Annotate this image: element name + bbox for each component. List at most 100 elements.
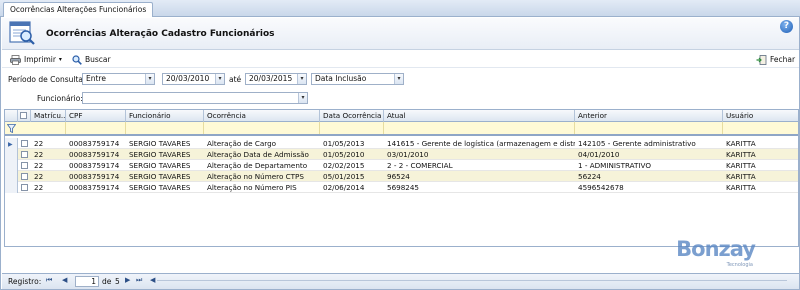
records-label: Registro: [8,277,42,286]
cell-funcionario: SERGIO TAVARES [129,172,191,181]
total-records: 5 [115,277,120,286]
filter-cell[interactable] [320,122,384,134]
tab-bar: Ocorrências Alterações Funcionários [0,0,800,17]
chevron-down-icon[interactable]: ▾ [394,74,403,84]
row-indicator[interactable] [5,149,18,160]
main-panel: Ocorrências Alteração Cadastro Funcionár… [0,17,800,290]
print-label: Imprimir [24,55,56,64]
date-from-field[interactable]: 20/03/2010 ▾ [162,73,225,85]
col-anterior[interactable]: Anterior [575,110,723,122]
periodo-value: Entre [86,74,106,83]
report-search-icon [9,21,35,45]
funcionario-label: Funcionário: [37,94,83,103]
date-from-value: 20/03/2010 [166,74,210,83]
row-indicator[interactable] [5,160,18,171]
filter-cell[interactable] [31,122,66,134]
cell-usuario: KARITTA [726,150,756,159]
col-cpf[interactable]: CPF [66,110,126,122]
date-type-value: Data Inclusão [315,74,367,83]
cell-atual: 2 - 2 - COMERCIAL [387,161,453,170]
funcionario-select[interactable]: ▾ [82,92,308,104]
calendar-dropdown-icon[interactable]: ▾ [215,74,224,84]
help-icon[interactable]: ? [780,20,793,33]
cell-matricula: 22 [34,161,44,170]
close-button[interactable]: Fechar [756,54,795,66]
select-all-checkbox[interactable] [18,110,31,122]
col-funcionario[interactable]: Funcionário [126,110,204,122]
print-button[interactable]: Imprimir ▾ [10,54,62,66]
date-type-select[interactable]: Data Inclusão ▾ [311,73,404,85]
date-to-field[interactable]: 20/03/2015 ▾ [245,73,307,85]
current-record-input[interactable]: 1 [75,276,99,287]
filter-cell[interactable] [575,122,723,134]
cell-matricula: 22 [34,150,44,159]
row-indicator[interactable] [5,171,18,182]
cell-data: 01/05/2010 [323,150,365,159]
grid-header: Matrícu... CPF Funcionário Ocorrência Da… [5,110,798,122]
tab-ocorrencias[interactable]: Ocorrências Alterações Funcionários [3,2,154,17]
filter-icon[interactable] [7,124,16,133]
page-title: Ocorrências Alteração Cadastro Funcionár… [46,29,275,39]
cell-anterior: 1 - ADMINISTRATIVO [578,161,651,170]
cell-cpf: 00083759174 [69,161,120,170]
first-record-icon[interactable]: ⏮ [46,276,52,285]
cell-anterior: 142105 - Gerente administrativo [578,139,696,148]
cell-funcionario: SERGIO TAVARES [129,139,191,148]
cell-data: 02/06/2014 [323,183,365,192]
chevron-down-icon[interactable]: ▾ [298,93,307,103]
col-atual[interactable]: Atual [384,110,575,122]
cell-cpf: 00083759174 [69,150,120,159]
cell-usuario: KARITTA [726,172,756,181]
date-to-value: 20/03/2015 [249,74,293,83]
cell-anterior: 4596542678 [578,183,624,192]
search-button[interactable]: Buscar [72,54,111,66]
col-matricula[interactable]: Matrícu... [31,110,66,122]
calendar-dropdown-icon[interactable]: ▾ [297,74,306,84]
row-checkbox[interactable] [18,138,31,149]
row-checkbox[interactable] [18,149,31,160]
last-record-icon[interactable]: ⏭ [136,276,142,285]
cell-data: 01/05/2013 [323,139,365,148]
cell-anterior: 56224 [578,172,601,181]
chevron-down-icon: ▾ [58,56,62,63]
brand-logo-subtitle: Tecnologia [726,262,753,268]
cell-anterior: 04/01/2010 [578,150,620,159]
filter-cell[interactable] [126,122,204,134]
chevron-down-icon[interactable]: ▾ [145,74,154,84]
row-checkbox[interactable] [18,182,31,193]
table-row[interactable]: 22 00083759174 SERGIO TAVARES Alteração … [5,171,798,182]
next-record-icon[interactable]: ▶ [125,276,130,284]
col-data-ocorrencia[interactable]: Data Ocorrência [320,110,384,122]
filter-cell[interactable] [204,122,320,134]
scroll-left-icon[interactable]: ◀ [150,276,155,284]
filter-cell[interactable] [723,122,798,134]
cell-funcionario: SERGIO TAVARES [129,150,191,159]
cell-ocorrencia: Alteração de Departamento [207,161,308,170]
cell-data: 02/02/2015 [323,161,365,170]
row-indicator[interactable]: ▶ [5,138,18,149]
col-usuario[interactable]: Usuário [723,110,798,122]
cell-funcionario: SERGIO TAVARES [129,183,191,192]
periodo-select[interactable]: Entre ▾ [82,73,155,85]
horizontal-scrollbar[interactable] [157,280,787,281]
table-row[interactable]: ▶ 22 00083759174 SERGIO TAVARES Alteraçã… [5,138,798,149]
search-label: Buscar [85,55,111,64]
cell-ocorrencia: Alteração no Número CTPS [207,172,304,181]
cell-ocorrencia: Alteração Data de Admissão [207,150,309,159]
prev-record-icon[interactable]: ◀ [62,276,67,284]
row-checkbox[interactable] [18,160,31,171]
cell-atual: 03/01/2010 [387,150,429,159]
table-row[interactable]: 22 00083759174 SERGIO TAVARES Alteração … [5,149,798,160]
row-checkbox[interactable] [18,171,31,182]
cell-cpf: 00083759174 [69,139,120,148]
cell-matricula: 22 [34,183,44,192]
filter-row [5,122,798,136]
filter-cell[interactable] [66,122,126,134]
table-row[interactable]: 22 00083759174 SERGIO TAVARES Alteração … [5,182,798,193]
cell-cpf: 00083759174 [69,183,120,192]
table-row[interactable]: 22 00083759174 SERGIO TAVARES Alteração … [5,160,798,171]
row-indicator[interactable] [5,182,18,193]
filter-cell[interactable] [384,122,575,134]
cell-ocorrencia: Alteração no Número PIS [207,183,297,192]
col-ocorrencia[interactable]: Ocorrência [204,110,320,122]
